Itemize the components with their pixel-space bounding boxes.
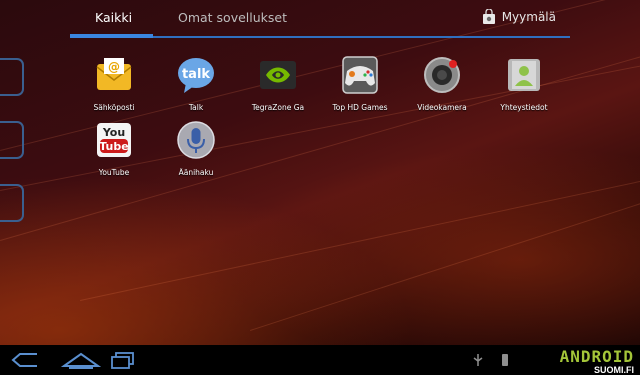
back-icon[interactable] [10,350,40,370]
watermark-main: ANDROID [559,347,634,366]
camera-icon [424,57,460,93]
top-hd-games-app[interactable]: Top HD Games [320,55,400,112]
app-label: Äänihaku [178,168,214,177]
email-icon: @ [96,58,132,90]
app-label: Sähköposti [93,103,135,112]
youtube-app[interactable]: You Tube YouTube [74,120,154,177]
tegrazone-app[interactable]: TegraZone Ga [238,55,318,112]
hotseat-slot-3[interactable] [0,184,24,222]
svg-text:@: @ [108,60,120,74]
app-label: Yhteystiedot [500,103,548,112]
hotseat-slot-2[interactable] [0,121,24,159]
app-label: Videokamera [417,103,467,112]
email-app[interactable]: @ Sähköposti [74,55,154,112]
talk-icon: talk [178,58,214,93]
debug-icon [502,354,508,366]
microphone-icon [177,121,215,159]
tab-all[interactable]: Kaikki [95,10,132,25]
home-icon[interactable] [61,350,101,370]
usb-icon [473,354,483,366]
androidsuomi-watermark: ANDROID SUOMI.FI [560,349,634,375]
recent-apps-icon[interactable] [110,350,136,370]
shopping-bag-icon [482,9,495,24]
voice-search-app[interactable]: Äänihaku [156,120,236,177]
youtube-icon: You Tube [97,123,131,157]
system-navigation-bar: ANDROID SUOMI.FI [0,345,640,375]
svg-text:talk: talk [182,67,210,82]
tab-my-apps[interactable]: Omat sovellukset [178,10,287,25]
svg-text:Tube: Tube [99,140,128,153]
svg-text:You: You [102,126,125,139]
store-label: Myymälä [501,10,556,24]
nvidia-icon [260,61,296,89]
app-label: Top HD Games [332,103,388,112]
videokamera-app[interactable]: Videokamera [402,55,482,112]
store-button[interactable]: Myymälä [482,9,556,25]
app-label: TegraZone Ga [251,103,305,112]
app-label: YouTube [98,168,130,177]
active-tab-indicator [70,34,153,38]
app-drawer-tabbar: Kaikki Omat sovellukset Myymälä [70,0,570,38]
hotseat-slot-1[interactable] [0,58,24,96]
talk-app[interactable]: talk Talk [156,55,236,112]
yhteystiedot-app[interactable]: Yhteystiedot [484,55,564,112]
app-label: Talk [188,103,204,112]
contacts-icon [508,59,540,91]
watermark-sub: SUOMI.FI [594,365,634,375]
gamepad-icon [342,56,378,94]
